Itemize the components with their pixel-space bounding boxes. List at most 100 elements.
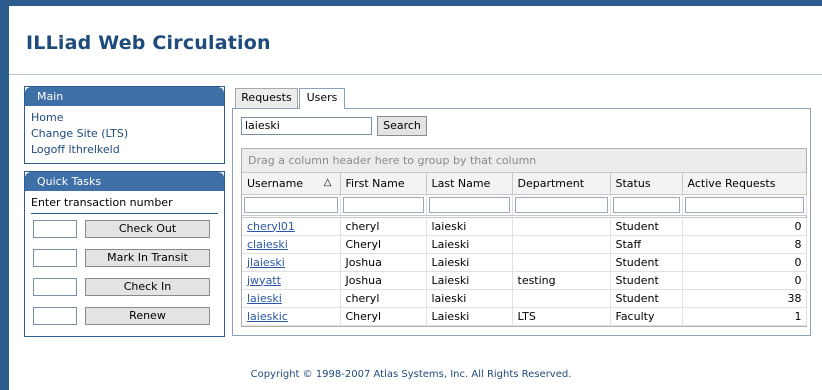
main-menu-box: Main Home Change Site (LTS) Logoff lthre… (24, 86, 225, 164)
filter-department-cell (512, 194, 611, 216)
table-row[interactable]: claieski Cheryl Laieski Staff 8 (242, 235, 807, 254)
cell-active-requests: 0 (682, 217, 807, 236)
cell-department (512, 253, 611, 272)
cell-last-name: Laieski (426, 307, 513, 326)
mark-in-transit-transaction-input[interactable] (33, 249, 77, 267)
cell-last-name: laieski (426, 289, 513, 308)
cell-first-name: Joshua (340, 253, 427, 272)
change-site-link[interactable]: Change Site (LTS) (31, 126, 224, 142)
table-row[interactable]: laieskic Cheryl Laieski LTS Faculty 1 (242, 307, 807, 326)
check-out-button[interactable]: Check Out (85, 220, 210, 238)
cell-last-name: laieski (426, 217, 513, 236)
cell-username: jlaieski (242, 253, 341, 272)
cell-active-requests: 0 (682, 271, 807, 290)
transaction-number-label: Enter transaction number (31, 196, 173, 209)
cell-first-name: Cheryl (340, 235, 427, 254)
cell-status: Student (610, 271, 683, 290)
cell-username: jwyatt (242, 271, 341, 290)
filter-active-requests-input[interactable] (684, 196, 804, 213)
table-row[interactable]: laieski cheryl laieski Student 38 (242, 289, 807, 308)
cell-status: Staff (610, 235, 683, 254)
check-in-row: Check In (25, 272, 224, 301)
cell-department: LTS (512, 307, 611, 326)
renew-transaction-input[interactable] (33, 307, 77, 325)
cell-active-requests: 0 (682, 253, 807, 272)
username-link[interactable]: jlaieski (247, 256, 285, 269)
cell-status: Student (610, 217, 683, 236)
cell-first-name: cheryl (340, 217, 427, 236)
header-row: Username △ First Name Last Name Departme… (242, 173, 807, 195)
group-by-area[interactable]: Drag a column header here to group by th… (242, 149, 806, 173)
column-header-department[interactable]: Department (512, 173, 611, 195)
cell-department (512, 217, 611, 236)
cell-status: Faculty (610, 307, 683, 326)
filter-active-requests-cell (682, 194, 807, 216)
column-header-last-name[interactable]: Last Name (426, 173, 513, 195)
renew-button[interactable]: Renew (85, 307, 210, 325)
cell-active-requests: 8 (682, 235, 807, 254)
users-table: Username △ First Name Last Name Departme… (242, 173, 807, 326)
quick-tasks-box: Quick Tasks Enter transaction number Che… (24, 171, 225, 337)
tab-users[interactable]: Users (299, 88, 345, 109)
table-row[interactable]: cheryl01 cheryl laieski Student 0 (242, 217, 807, 236)
cell-username: laieski (242, 289, 341, 308)
filter-row (242, 194, 807, 216)
main-menu-title: Main (25, 87, 224, 106)
table-row[interactable]: jlaieski Joshua Laieski Student 0 (242, 253, 807, 272)
filter-first-name-cell (340, 194, 427, 216)
check-out-transaction-input[interactable] (33, 220, 77, 238)
username-link[interactable]: laieski (247, 292, 282, 305)
column-header-username[interactable]: Username △ (242, 173, 341, 195)
tab-requests[interactable]: Requests (235, 88, 298, 108)
logoff-link[interactable]: Logoff lthrelkeld (31, 142, 224, 158)
table-row[interactable]: jwyatt Joshua Laieski testing Student 0 (242, 271, 807, 290)
filter-department-input[interactable] (514, 196, 608, 213)
username-link[interactable]: claieski (247, 238, 288, 251)
column-header-status[interactable]: Status (610, 173, 683, 195)
cell-username: laieskic (242, 307, 341, 326)
cell-first-name: cheryl (340, 289, 427, 308)
username-link[interactable]: cheryl01 (247, 220, 295, 233)
filter-last-name-input[interactable] (428, 196, 510, 213)
column-header-label: Username (247, 176, 304, 190)
search-button[interactable]: Search (377, 116, 427, 136)
home-link[interactable]: Home (31, 110, 224, 126)
filter-status-cell (610, 194, 683, 216)
cell-last-name: Laieski (426, 271, 513, 290)
cell-active-requests: 1 (682, 307, 807, 326)
cell-department (512, 235, 611, 254)
cell-status: Student (610, 253, 683, 272)
cell-first-name: Cheryl (340, 307, 427, 326)
renew-row: Renew (25, 301, 224, 330)
cell-first-name: Joshua (340, 271, 427, 290)
cell-last-name: Laieski (426, 235, 513, 254)
cell-username: cheryl01 (242, 217, 341, 236)
quick-tasks-title: Quick Tasks (25, 172, 224, 191)
check-in-button[interactable]: Check In (85, 278, 210, 296)
filter-status-input[interactable] (612, 196, 680, 213)
user-search-input[interactable]: laieski (241, 117, 372, 135)
filter-username-input[interactable] (244, 196, 338, 213)
top-accent-bar (9, 0, 822, 6)
page-title: ILLiad Web Circulation (26, 32, 271, 54)
copyright-footer: Copyright © 1998-2007 Atlas Systems, Inc… (250, 369, 572, 380)
mark-in-transit-row: Mark In Transit (25, 243, 224, 272)
cell-last-name: Laieski (426, 253, 513, 272)
sort-ascending-icon: △ (323, 177, 332, 188)
users-grid: Drag a column header here to group by th… (241, 148, 807, 327)
cell-username: claieski (242, 235, 341, 254)
username-link[interactable]: jwyatt (247, 274, 281, 287)
cell-active-requests: 38 (682, 289, 807, 308)
header-divider (9, 74, 822, 75)
column-header-active-requests[interactable]: Active Requests (682, 173, 807, 195)
filter-username-cell (242, 194, 341, 216)
cell-department: testing (512, 271, 611, 290)
column-header-first-name[interactable]: First Name (340, 173, 427, 195)
mark-in-transit-button[interactable]: Mark In Transit (85, 249, 210, 267)
check-in-transaction-input[interactable] (33, 278, 77, 296)
filter-first-name-input[interactable] (342, 196, 424, 213)
filter-last-name-cell (426, 194, 513, 216)
username-link[interactable]: laieskic (247, 310, 288, 323)
cell-department (512, 289, 611, 308)
left-accent-bar (0, 0, 9, 390)
